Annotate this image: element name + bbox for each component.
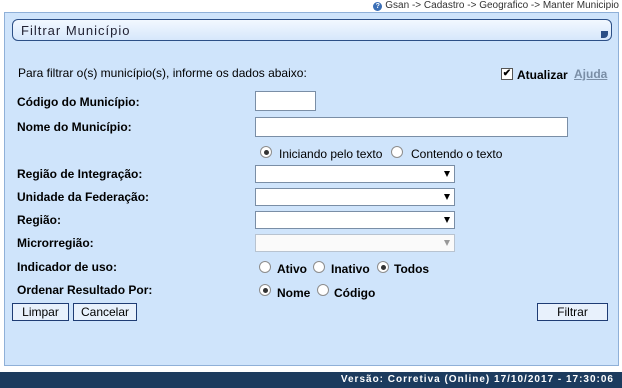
limpar-button[interactable]: Limpar [12, 303, 69, 321]
chevron-down-icon [444, 171, 450, 177]
indicador-inativo-label: Inativo [331, 262, 370, 276]
microrregiao-select[interactable] [255, 234, 455, 252]
nome-contains-radio[interactable] [391, 146, 403, 158]
nome-label: Nome do Município: [17, 120, 132, 134]
codigo-input[interactable] [255, 91, 316, 111]
indicador-todos-label: Todos [394, 262, 430, 276]
title-corner-decoration [601, 31, 608, 38]
indicador-inativo-radio[interactable] [313, 261, 325, 273]
unidade-federacao-label: Unidade da Federação: [17, 190, 150, 204]
regiao-label: Região: [17, 213, 62, 227]
nome-contains-label: Contendo o texto [411, 147, 503, 161]
breadcrumb-text: Gsan -> Cadastro -> Geografico -> Manter… [385, 0, 619, 11]
nome-input[interactable] [255, 117, 568, 137]
nome-start-label: Iniciando pelo texto [279, 147, 383, 161]
indicador-uso-label: Indicador de uso: [17, 260, 118, 274]
filter-panel: Filtrar Município Para filtrar o(s) muni… [4, 12, 619, 366]
nome-start-radio[interactable] [260, 146, 272, 158]
version-footer: Versão: Corretiva (Online) 17/10/2017 - … [0, 372, 622, 388]
chevron-down-icon [444, 217, 450, 223]
regiao-integracao-select[interactable] [255, 165, 455, 183]
atualizar-checkbox[interactable]: ✔ [501, 68, 513, 80]
regiao-integracao-label: Região de Integração: [17, 167, 143, 181]
intro-text: Para filtrar o(s) município(s), informe … [18, 66, 307, 80]
chevron-down-icon [444, 240, 450, 246]
title-bar: Filtrar Município [12, 19, 612, 41]
indicador-todos-radio[interactable] [377, 261, 389, 273]
ordenar-label: Ordenar Resultado Por: [17, 283, 153, 297]
ajuda-link[interactable]: Ajuda [574, 67, 607, 81]
microrregiao-label: Microrregião: [17, 236, 94, 250]
cancelar-button[interactable]: Cancelar [73, 303, 137, 321]
ordenar-nome-label: Nome [277, 286, 311, 300]
ordenar-nome-radio[interactable] [259, 284, 271, 296]
ordenar-codigo-label: Código [334, 286, 376, 300]
regiao-select[interactable] [255, 211, 455, 229]
ordenar-codigo-radio[interactable] [317, 284, 329, 296]
chevron-down-icon [444, 194, 450, 200]
help-icon[interactable]: ? [373, 1, 383, 11]
indicador-ativo-radio[interactable] [259, 261, 271, 273]
filtrar-button[interactable]: Filtrar [537, 303, 608, 321]
breadcrumb: ? Gsan -> Cadastro -> Geografico -> Mant… [373, 0, 619, 12]
unidade-federacao-select[interactable] [255, 188, 455, 206]
page-title: Filtrar Município [21, 23, 131, 38]
codigo-label: Código do Município: [17, 95, 140, 109]
indicador-ativo-label: Ativo [277, 262, 307, 276]
atualizar-label: Atualizar [517, 68, 568, 82]
